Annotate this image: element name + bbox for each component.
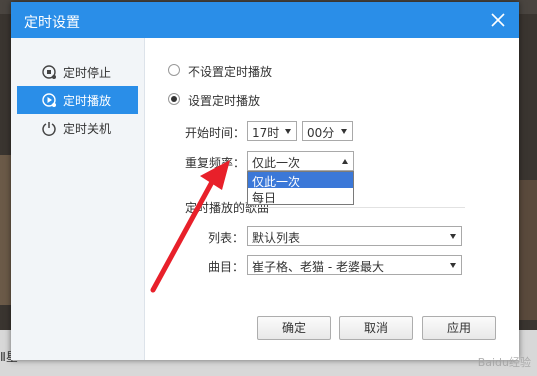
settings-sidebar: 定时停止 定时播放 定时关机 — [11, 38, 145, 360]
option-label: 不设置定时播放 — [188, 65, 273, 79]
sidebar-item-shutdown[interactable]: 定时关机 — [17, 114, 138, 142]
option-text: 每日 — [252, 191, 277, 205]
chevron-down-icon — [341, 129, 347, 134]
repeat-dropdown-list: 仅此一次 每日 — [247, 171, 354, 205]
hour-value: 17时 — [252, 126, 280, 140]
dialog-titlebar: 定时设置 — [11, 2, 519, 38]
chevron-down-icon — [450, 263, 456, 268]
minute-value: 00分 — [307, 126, 335, 140]
start-time-label: 开始时间： — [185, 126, 246, 140]
timer-play-icon — [42, 93, 56, 107]
dropdown-option-daily[interactable]: 每日 — [248, 188, 353, 205]
minute-select[interactable]: 00分 — [302, 121, 353, 141]
watermark: Baidu经验 — [477, 356, 531, 369]
track-select[interactable]: 崔子格、老猫 - 老婆最大 — [247, 255, 462, 275]
list-label: 列表： — [208, 231, 245, 245]
repeat-select[interactable]: 仅此一次 — [247, 151, 354, 171]
chevron-down-icon — [450, 234, 456, 239]
ok-button[interactable]: 确定 — [257, 316, 331, 340]
sidebar-item-label: 定时关机 — [63, 122, 112, 136]
sidebar-item-timer-play[interactable]: 定时播放 — [17, 86, 138, 114]
radio-no-schedule[interactable] — [168, 64, 180, 76]
close-icon[interactable] — [489, 11, 507, 29]
track-label: 曲目： — [208, 260, 245, 274]
timer-stop-icon — [42, 65, 56, 79]
sidebar-item-label: 定时停止 — [63, 66, 112, 80]
cancel-button[interactable]: 取消 — [339, 316, 413, 340]
repeat-value: 仅此一次 — [252, 156, 301, 170]
chevron-down-icon — [285, 129, 291, 134]
apply-button[interactable]: 应用 — [422, 316, 496, 340]
repeat-label: 重复频率： — [185, 156, 246, 170]
radio-schedule[interactable] — [168, 93, 180, 105]
sidebar-item-timer-stop[interactable]: 定时停止 — [17, 58, 138, 86]
sidebar-item-label: 定时播放 — [63, 94, 112, 108]
dialog-title: 定时设置 — [24, 15, 80, 31]
chevron-up-icon — [342, 159, 348, 164]
power-icon — [42, 122, 56, 136]
playlist-select[interactable]: 默认列表 — [247, 226, 462, 246]
dropdown-option-once[interactable]: 仅此一次 — [248, 172, 353, 189]
option-label: 设置定时播放 — [188, 94, 261, 108]
hour-select[interactable]: 17时 — [247, 121, 297, 141]
playlist-value: 默认列表 — [252, 231, 301, 245]
track-value: 崔子格、老猫 - 老婆最大 — [252, 260, 384, 274]
section-divider — [250, 207, 465, 208]
